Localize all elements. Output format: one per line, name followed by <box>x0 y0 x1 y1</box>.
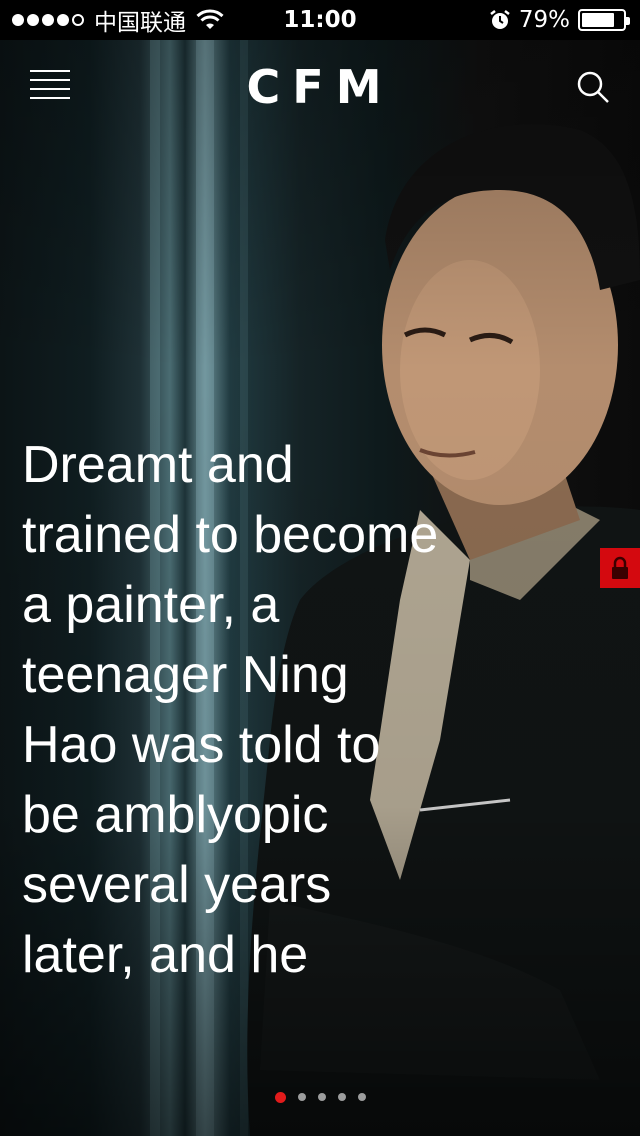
pager-dot[interactable] <box>357 1093 366 1101</box>
article-headline-container[interactable]: Dreamt and trained to become a painter, … <box>22 430 442 1015</box>
status-time: 11:00 <box>283 7 357 33</box>
status-bar: 中国联通 11:00 79% <box>0 0 640 40</box>
article-headline: Dreamt and trained to become a painter, … <box>22 436 439 984</box>
pager-dot[interactable] <box>337 1093 346 1101</box>
cfm-logo[interactable]: CFM <box>0 60 640 114</box>
search-icon[interactable] <box>576 70 610 104</box>
pager-dot[interactable] <box>274 1091 286 1103</box>
carousel-pager <box>0 1091 640 1103</box>
pager-dot[interactable] <box>297 1093 306 1101</box>
battery-icon <box>578 9 630 31</box>
pager-dot[interactable] <box>317 1093 326 1101</box>
lock-tab-button[interactable] <box>600 548 640 588</box>
top-nav: CFM <box>0 40 640 132</box>
lock-icon <box>612 556 628 579</box>
